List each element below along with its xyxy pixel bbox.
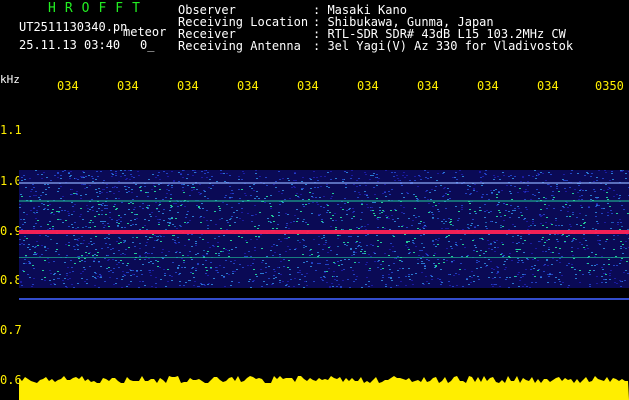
time-tick: 034 bbox=[357, 79, 379, 93]
date-time: 25.11.13 03:40 bbox=[19, 38, 121, 52]
time-tick: 034 bbox=[477, 79, 499, 93]
time-tick: 034 bbox=[417, 79, 439, 93]
time-tick: 034 bbox=[537, 79, 559, 93]
brand-title: HROFFT bbox=[48, 1, 149, 16]
extra-value: 0_ bbox=[140, 38, 155, 52]
time-tick: 034 bbox=[57, 79, 79, 93]
frequency-unit-label: kHz bbox=[0, 73, 20, 86]
signal-level-bar bbox=[19, 376, 629, 400]
station-metadata: Observer : Masaki Kano Receiving Locatio… bbox=[178, 4, 573, 52]
header: HROFFT UT2511130340.pn meteor 25.11.13 0… bbox=[0, 0, 629, 72]
time-tick: 034 bbox=[177, 79, 199, 93]
meta-value: : 3el Yagi(V) Az 330 for Vladivostok bbox=[313, 39, 574, 53]
file-name: UT2511130340.pn bbox=[19, 20, 128, 34]
time-tick: 0350 bbox=[595, 79, 624, 93]
meta-row-antenna: Receiving Antenna : 3el Yagi(V) Az 330 f… bbox=[178, 40, 573, 52]
time-tick: 034 bbox=[297, 79, 319, 93]
time-tick: 034 bbox=[117, 79, 139, 93]
noise-field bbox=[19, 170, 629, 288]
mode-label: meteor bbox=[123, 25, 167, 39]
time-tick: 034 bbox=[237, 79, 259, 93]
spectrogram bbox=[19, 170, 629, 400]
meta-key: Receiving Antenna bbox=[178, 39, 301, 53]
